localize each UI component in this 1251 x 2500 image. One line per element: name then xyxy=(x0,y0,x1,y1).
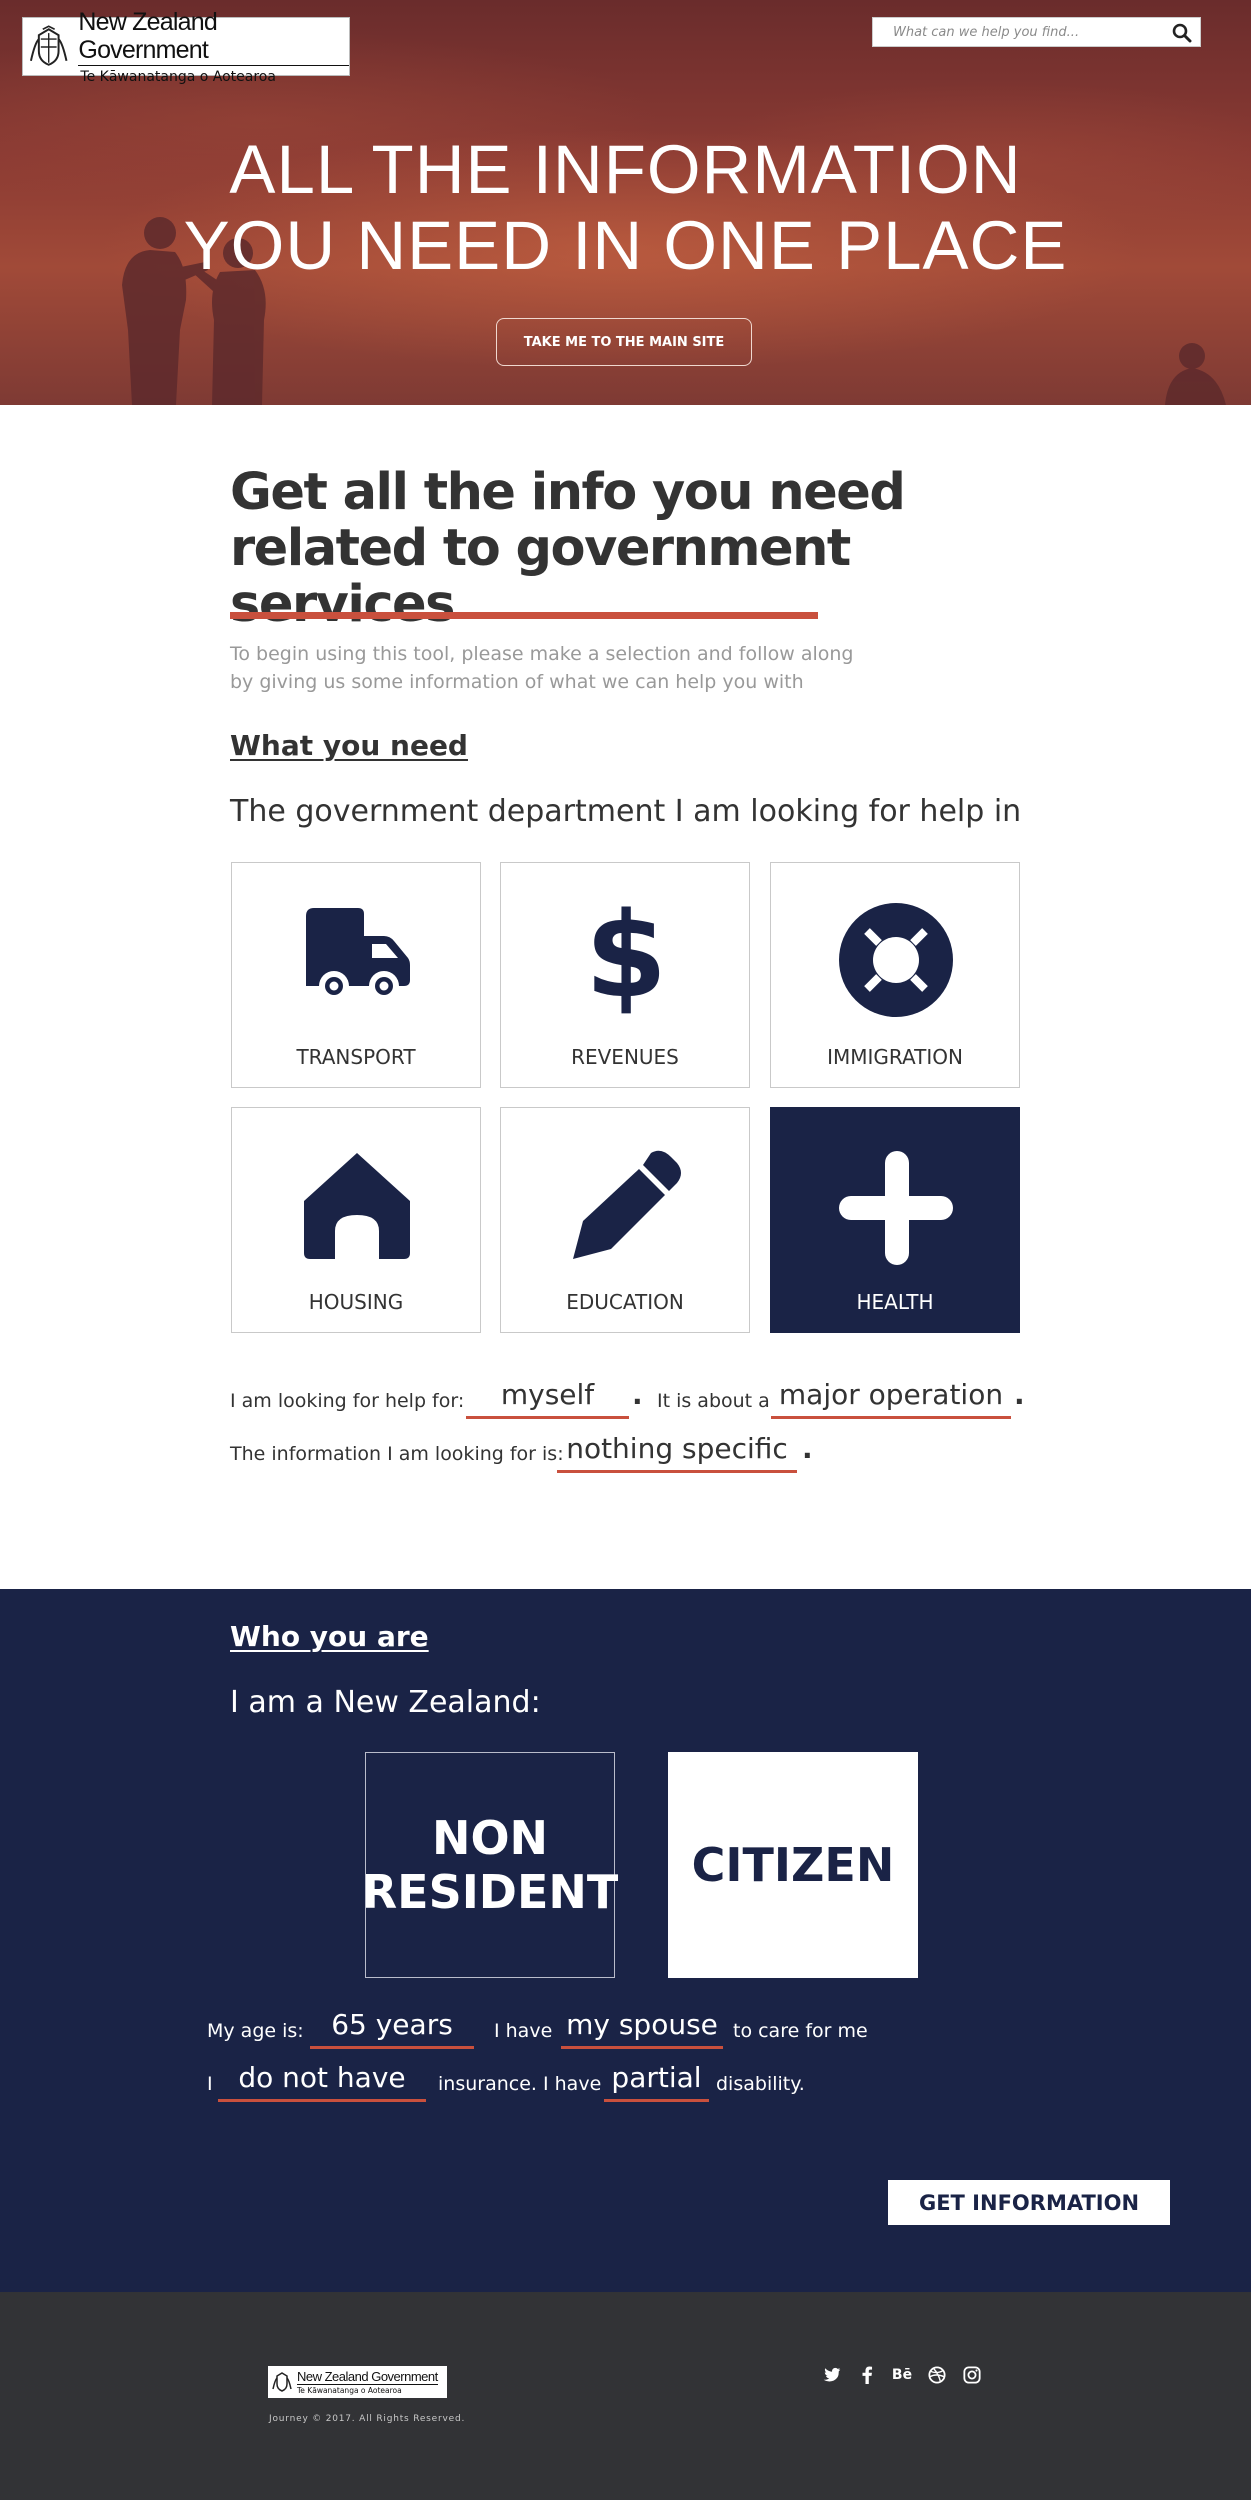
copyright-text: Journey © 2017. All Rights Reserved. xyxy=(269,2414,466,2424)
age-select[interactable]: 65 years xyxy=(310,2005,474,2049)
disability-suffix: disability. xyxy=(716,2073,805,2095)
option-label-line1: NON xyxy=(431,1811,549,1865)
i-prefix: I xyxy=(207,2073,213,2095)
tile-label: EDUCATION xyxy=(566,1290,684,1314)
search-icon[interactable] xyxy=(1172,23,1192,43)
life-ring-icon xyxy=(839,903,953,1017)
truck-icon xyxy=(306,908,410,1001)
disability-select[interactable]: partial xyxy=(604,2058,709,2102)
tile-revenues[interactable]: $ REVENUES xyxy=(500,862,750,1088)
logo-name: New Zealand Government xyxy=(78,8,349,66)
pencil-icon xyxy=(573,1150,681,1259)
insurance-suffix: insurance. xyxy=(438,2073,537,2095)
option-citizen[interactable]: CITIZEN xyxy=(668,1752,918,1978)
tile-transport[interactable]: TRANSPORT xyxy=(231,862,481,1088)
svg-text:$: $ xyxy=(585,898,667,1024)
info-select[interactable]: nothing specific xyxy=(557,1429,797,1473)
insurance-select[interactable]: do not have xyxy=(218,2058,426,2102)
have-prefix: I have xyxy=(494,2020,553,2042)
period: . xyxy=(802,1432,813,1465)
tile-immigration[interactable]: IMMIGRATION xyxy=(770,862,1020,1088)
plus-icon xyxy=(839,1151,953,1265)
tile-label: REVENUES xyxy=(571,1045,679,1069)
carer-suffix: to care for me xyxy=(733,2020,868,2042)
title-divider xyxy=(230,612,818,619)
dollar-icon: $ xyxy=(585,898,667,1024)
hero-title-line1: ALL THE INFORMATION xyxy=(229,131,1022,208)
tile-label: HEALTH xyxy=(856,1290,934,1314)
tile-housing[interactable]: HOUSING xyxy=(231,1107,481,1333)
instagram-icon[interactable] xyxy=(961,2364,983,2386)
tile-education[interactable]: EDUCATION xyxy=(500,1107,750,1333)
option-label-line2: RESIDENT xyxy=(361,1865,619,1919)
search-box xyxy=(872,17,1201,47)
behance-icon[interactable]: Bē xyxy=(891,2364,913,2386)
footer-logo[interactable]: New Zealand Government Te Kāwanatanga o … xyxy=(268,2366,447,2398)
logo-maori-name: Te Kāwanatanga o Aotearoa xyxy=(80,69,276,85)
tile-health[interactable]: HEALTH xyxy=(770,1107,1020,1333)
hero-title: ALL THE INFORMATION YOU NEED IN ONE PLAC… xyxy=(0,132,1251,284)
department-question: The government department I am looking f… xyxy=(230,794,1022,829)
tile-label: HOUSING xyxy=(308,1290,404,1314)
help-for-select[interactable]: myself xyxy=(466,1375,629,1419)
residency-question: I am a New Zealand: xyxy=(230,1685,541,1720)
hero-title-line2: YOU NEED IN ONE PLACE xyxy=(183,207,1068,284)
search-input[interactable] xyxy=(873,18,1153,46)
tile-label: TRANSPORT xyxy=(296,1045,416,1069)
hero-banner: New Zealand Government Te Kāwanatanga o … xyxy=(0,0,1251,405)
intro-text: To begin using this tool, please make a … xyxy=(230,643,854,693)
footer-logo-maori: Te Kāwanatanga o Aotearoa xyxy=(297,2385,402,2395)
age-prefix: My age is: xyxy=(207,2020,304,2042)
nz-government-logo[interactable]: New Zealand Government Te Kāwanatanga o … xyxy=(22,8,350,85)
home-icon xyxy=(304,1153,410,1259)
footer-logo-name: New Zealand Government xyxy=(297,2368,438,2385)
option-non-resident[interactable]: NON RESIDENT xyxy=(362,1752,618,1978)
option-label: CITIZEN xyxy=(691,1838,895,1892)
dribbble-icon[interactable] xyxy=(926,2364,948,2386)
about-prefix: It is about a xyxy=(657,1390,770,1412)
what-you-need-heading: What you need xyxy=(230,729,468,762)
who-you-are-heading: Who you are xyxy=(230,1620,429,1653)
period: . xyxy=(632,1378,643,1411)
page-title: Get all the info you need related to gov… xyxy=(230,463,906,634)
info-prefix: The information I am looking for is: xyxy=(230,1443,564,1465)
period: . xyxy=(1014,1378,1025,1411)
tile-label: IMMIGRATION xyxy=(827,1045,963,1069)
coat-of-arms-icon xyxy=(272,2372,292,2392)
coat-of-arms-icon xyxy=(29,24,68,66)
have2-prefix: I have xyxy=(543,2073,602,2095)
help-for-prefix: I am looking for help for: xyxy=(230,1390,465,1412)
get-information-button[interactable]: GET INFORMATION xyxy=(888,2180,1170,2225)
about-select[interactable]: major operation xyxy=(771,1375,1011,1419)
carer-select[interactable]: my spouse xyxy=(561,2005,723,2049)
twitter-icon[interactable] xyxy=(821,2364,843,2386)
main-site-button[interactable]: TAKE ME TO THE MAIN SITE xyxy=(496,318,752,366)
footer xyxy=(0,2292,1251,2500)
facebook-icon[interactable] xyxy=(856,2364,878,2386)
